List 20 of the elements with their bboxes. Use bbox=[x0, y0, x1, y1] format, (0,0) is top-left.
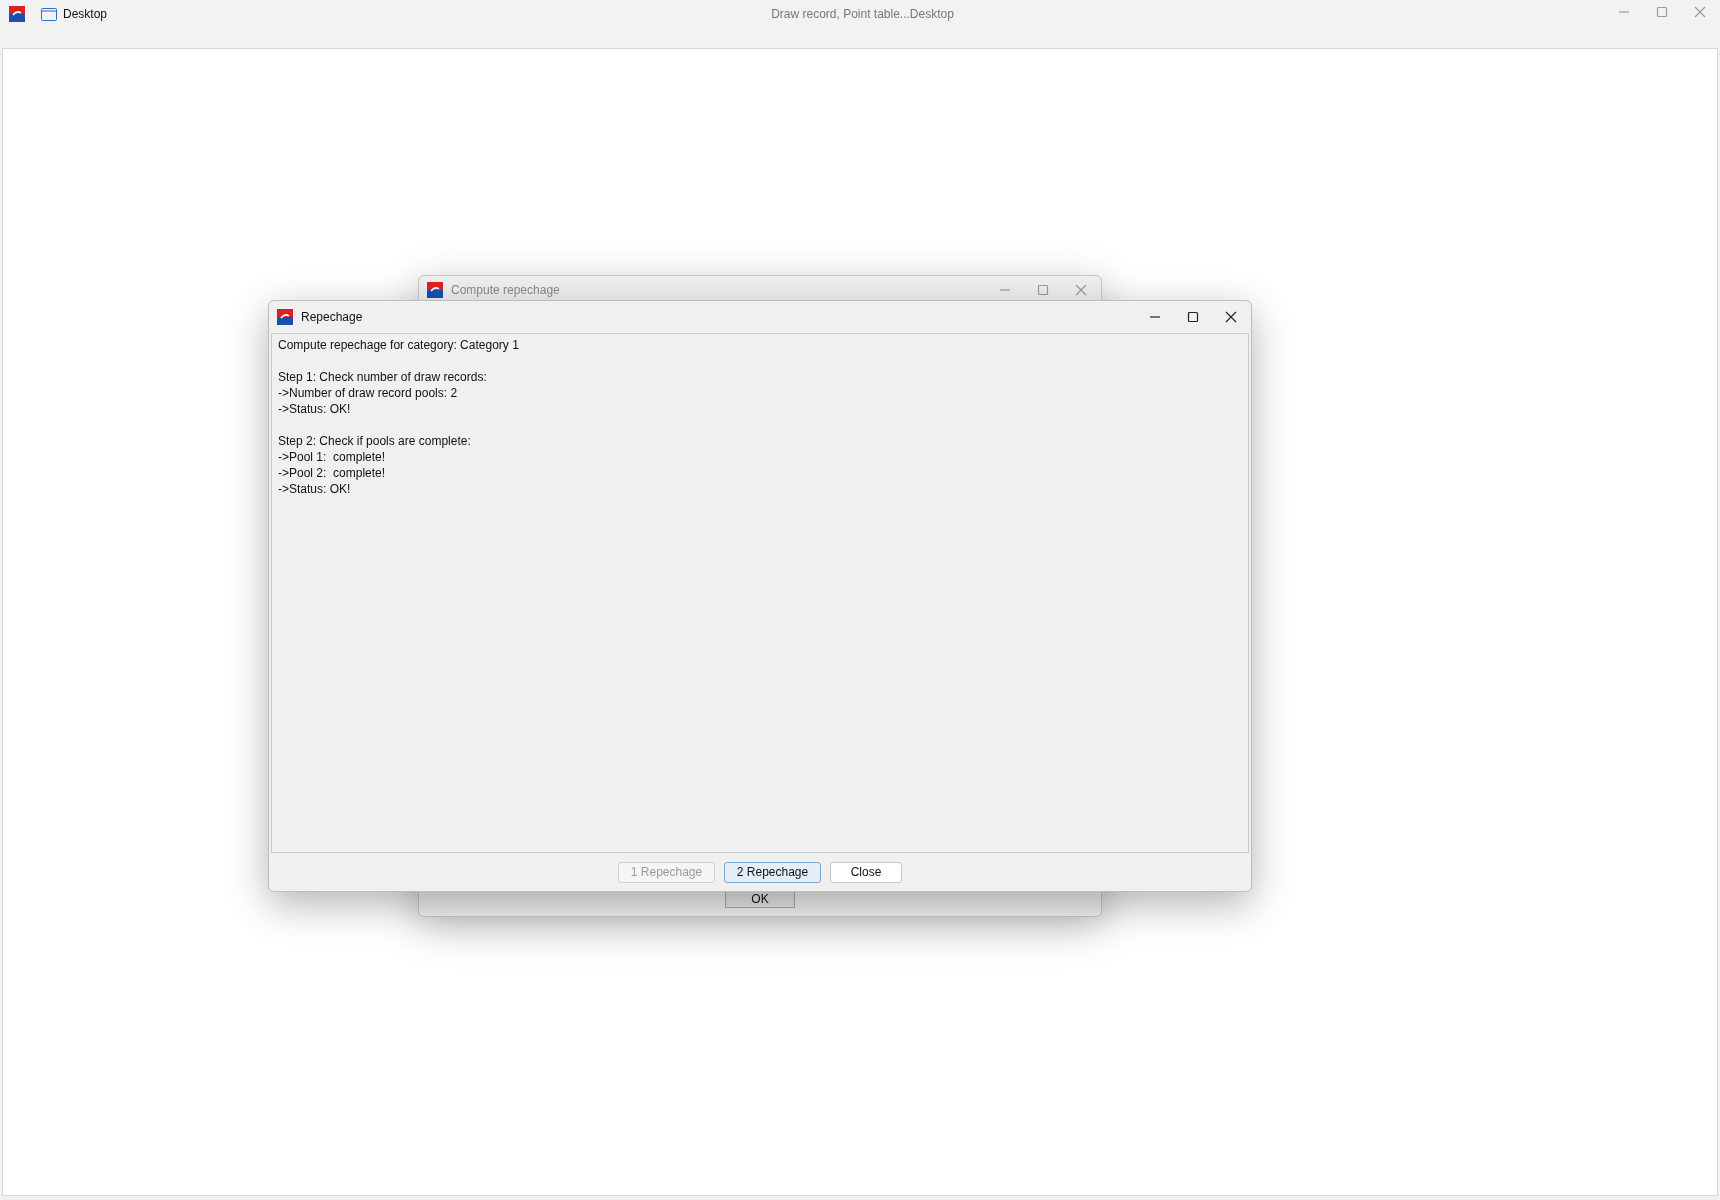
log-line: ->Status: OK! bbox=[278, 401, 351, 417]
log-line: ->Pool 2: complete! bbox=[278, 465, 386, 481]
log-line: Step 2: Check if pools are complete: bbox=[278, 433, 471, 449]
log-line: ->Number of draw record pools: 2 bbox=[278, 385, 458, 401]
window-title: Draw record, Point table...Desktop bbox=[771, 6, 954, 23]
dialog-title: Repechage bbox=[301, 309, 364, 326]
tab-label[interactable]: Desktop bbox=[63, 5, 108, 23]
app-logo-icon bbox=[9, 6, 25, 22]
maximize-icon[interactable] bbox=[1187, 311, 1199, 323]
app-logo-icon bbox=[277, 309, 293, 325]
log-line: Compute repechage for category: Category 1 bbox=[278, 337, 519, 353]
app-logo-icon bbox=[427, 282, 443, 298]
log-line: ->Pool 1: complete! bbox=[278, 449, 386, 465]
dialog-button[interactable]: 2 Repechage bbox=[724, 861, 821, 883]
log-line: ->Status: OK! bbox=[278, 481, 351, 497]
close-icon[interactable] bbox=[1225, 311, 1237, 323]
log-line: Step 1: Check number of draw records: bbox=[278, 369, 487, 385]
dialog-title: Compute repechage bbox=[451, 282, 561, 299]
dialog-button[interactable]: Close bbox=[830, 861, 902, 883]
window-icon bbox=[41, 7, 57, 21]
